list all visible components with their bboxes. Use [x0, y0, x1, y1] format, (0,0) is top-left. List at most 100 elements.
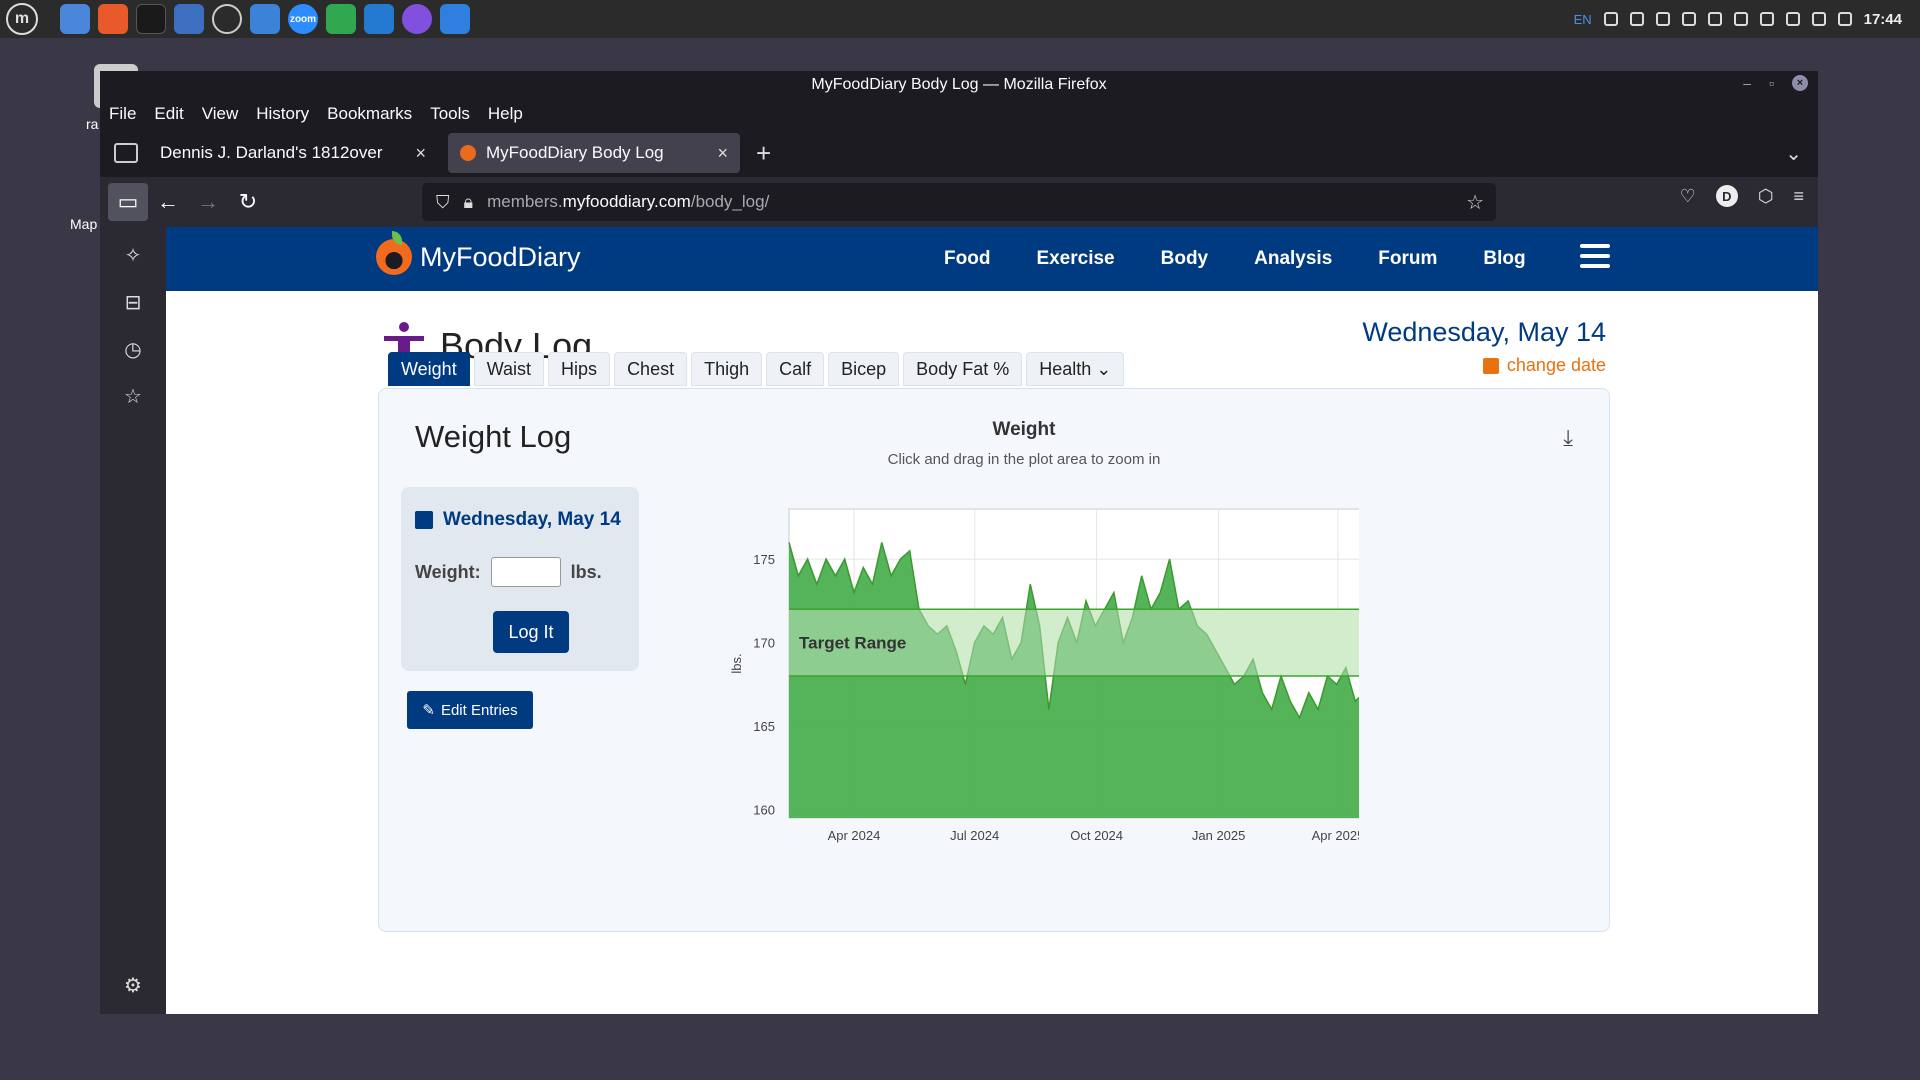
tab-health[interactable]: Health ⌄: [1026, 352, 1125, 386]
tab-chest[interactable]: Chest: [614, 352, 688, 386]
nav-exercise[interactable]: Exercise: [1036, 248, 1114, 270]
zoom-app-icon[interactable]: zoom: [288, 4, 318, 34]
nav-forum[interactable]: Forum: [1378, 248, 1437, 270]
menu-file[interactable]: File: [109, 104, 136, 124]
target-range-label: Target Range: [799, 634, 906, 653]
weight-chart[interactable]: Apr 2024 Jul 2024 Oct 2024 Jan 2025 Apr 2025…: [679, 473, 1359, 913]
gear-icon[interactable]: ⚙: [124, 973, 142, 998]
hamburger-menu-icon[interactable]: [1580, 244, 1610, 268]
menubar: File Edit View History Bookmarks Tools H…: [100, 99, 1818, 129]
chevron-down-icon: ⌄: [1096, 358, 1112, 379]
keyboard-layout[interactable]: EN: [1574, 12, 1592, 27]
mail-app-icon[interactable]: [250, 4, 280, 34]
shield-icon[interactable]: ⛉: [436, 192, 450, 213]
nav-food[interactable]: Food: [944, 248, 990, 270]
tab-weight[interactable]: Weight: [388, 352, 470, 386]
logo-text: MyFoodDiary: [420, 241, 581, 272]
firefox-window: MyFoodDiary Body Log — Mozilla Firefox –…: [100, 71, 1818, 1014]
nav-body[interactable]: Body: [1161, 248, 1209, 270]
weight-input[interactable]: [490, 557, 561, 587]
back-icon[interactable]: ←: [148, 182, 188, 222]
notes-icon[interactable]: [1759, 12, 1774, 26]
menu-edit[interactable]: Edit: [154, 104, 183, 124]
ai-chat-icon[interactable]: ✧: [125, 243, 142, 268]
tab-darland[interactable]: Dennis J. Darland's 1812over ×: [148, 133, 438, 173]
close-icon[interactable]: ×: [1792, 75, 1808, 91]
network-card-icon[interactable]: [1707, 12, 1722, 26]
account-avatar[interactable]: D: [1715, 185, 1738, 207]
finder-app-icon[interactable]: [174, 4, 204, 34]
taskbar-apps: zoom: [60, 4, 470, 34]
clock[interactable]: 17:44: [1864, 11, 1902, 28]
volume-icon[interactable]: [1811, 12, 1826, 26]
tab-label: Dennis J. Darland's 1812over: [160, 143, 383, 162]
pocket-icon[interactable]: ♡: [1680, 186, 1696, 207]
menu-view[interactable]: View: [202, 104, 239, 124]
dropbox-icon[interactable]: [1603, 12, 1618, 26]
menu-icon[interactable]: ≡: [1793, 186, 1804, 207]
x-tick-label: Oct 2024: [1070, 828, 1123, 843]
text-editor-app-icon[interactable]: [440, 4, 470, 34]
edit-entries-button[interactable]: ✎ Edit Entries: [407, 691, 533, 729]
calendar-icon: [1482, 357, 1499, 374]
timeshift-app-icon[interactable]: [212, 4, 242, 34]
reload-icon[interactable]: ↻: [228, 182, 268, 222]
system-tray: EN 17:44: [1574, 0, 1902, 38]
close-tab-icon[interactable]: ×: [717, 143, 728, 164]
github-app-icon[interactable]: [402, 4, 432, 34]
y-axis-label: lbs.: [729, 653, 744, 673]
files-app-icon[interactable]: [60, 4, 90, 34]
download-icon[interactable]: ⤓: [1563, 425, 1573, 451]
entry-date: Wednesday, May 14: [415, 509, 621, 531]
battery-icon[interactable]: [1837, 12, 1852, 26]
tab-body-fat[interactable]: Body Fat %: [903, 352, 1023, 386]
tab-thigh[interactable]: Thigh: [691, 352, 763, 386]
tab-label: MyFoodDiary Body Log: [486, 143, 664, 162]
close-tab-icon[interactable]: ×: [415, 143, 426, 164]
pencil-icon: ✎: [422, 702, 435, 719]
tab-hips[interactable]: Hips: [548, 352, 611, 386]
new-tab-icon[interactable]: +: [756, 138, 771, 169]
nav-blog[interactable]: Blog: [1483, 248, 1525, 270]
change-date-link[interactable]: change date: [1482, 355, 1606, 376]
tab-bicep[interactable]: Bicep: [828, 352, 900, 386]
url-bar[interactable]: ⛉ 🔒︎ members. myfooddiary.com/body_log/ ☆: [422, 183, 1496, 221]
tab-calf[interactable]: Calf: [766, 352, 825, 386]
shield-icon[interactable]: [1681, 12, 1696, 26]
weight-panel: Weight Log Wednesday, May 14 Weight: lbs…: [378, 388, 1610, 932]
tab-body-log[interactable]: MyFoodDiary Body Log ×: [448, 133, 740, 173]
lock-icon[interactable]: 🔒︎: [464, 192, 474, 213]
mint-menu-icon[interactable]: m: [6, 3, 38, 35]
firefox-app-icon[interactable]: [98, 4, 128, 34]
menu-history[interactable]: History: [256, 104, 309, 124]
tab-list-icon[interactable]: [114, 143, 138, 163]
nav-analysis[interactable]: Analysis: [1254, 248, 1332, 270]
history-icon[interactable]: ◷: [124, 337, 141, 362]
bluetooth-icon[interactable]: [1629, 12, 1644, 26]
tab-health-label: Health: [1039, 358, 1092, 379]
terminal-app-icon[interactable]: [136, 4, 166, 34]
menu-tools[interactable]: Tools: [430, 104, 470, 124]
printer-icon[interactable]: [1733, 12, 1748, 26]
site-logo[interactable]: MyFoodDiary: [376, 231, 581, 275]
y-tick-label: 165: [753, 719, 775, 734]
minimize-icon[interactable]: –: [1743, 75, 1751, 91]
network-icon[interactable]: [1785, 12, 1800, 26]
tab-bar: Dennis J. Darland's 1812over × MyFoodDia…: [100, 129, 1818, 177]
clipboard-icon[interactable]: [1655, 12, 1670, 26]
log-it-button[interactable]: Log It: [493, 611, 569, 653]
menu-help[interactable]: Help: [488, 104, 523, 124]
bookmark-star-icon[interactable]: ☆: [1466, 190, 1484, 215]
maximize-icon[interactable]: ▫: [1769, 75, 1774, 91]
forward-icon[interactable]: →: [188, 182, 228, 222]
tab-waist[interactable]: Waist: [473, 352, 545, 386]
extensions-icon[interactable]: ⬡: [1758, 186, 1774, 207]
chevron-down-icon[interactable]: ⌄: [1785, 141, 1802, 166]
spreadsheet-app-icon[interactable]: [326, 4, 356, 34]
vscode-app-icon[interactable]: [364, 4, 394, 34]
sidebar-toggle-icon[interactable]: ▭: [108, 183, 148, 221]
bookmarks-icon[interactable]: ☆: [124, 384, 142, 409]
window-titlebar: MyFoodDiary Body Log — Mozilla Firefox –…: [100, 71, 1818, 99]
menu-bookmarks[interactable]: Bookmarks: [327, 104, 412, 124]
synced-tabs-icon[interactable]: ⊟: [125, 290, 142, 315]
